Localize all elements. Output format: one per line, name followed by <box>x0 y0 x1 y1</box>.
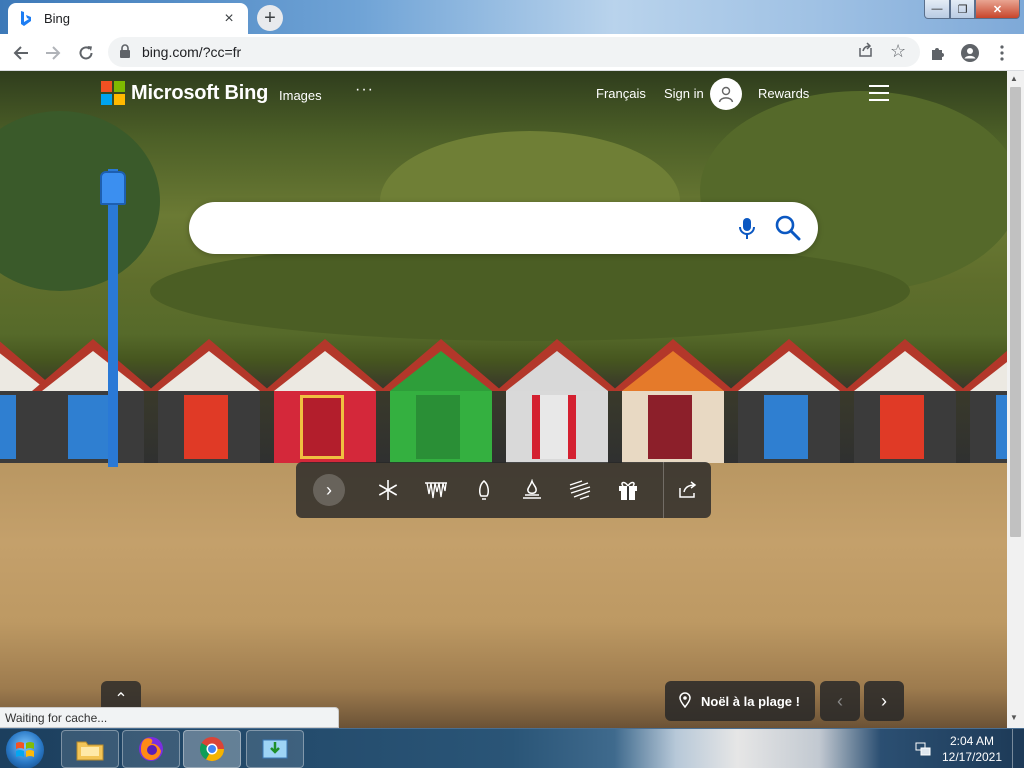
beach-hut <box>32 339 154 463</box>
scrollbar-thumb[interactable] <box>1010 87 1021 537</box>
microsoft-logo-icon <box>101 81 125 105</box>
bing-logo-text: Microsoft Bing <box>131 81 269 104</box>
profile-avatar-icon[interactable] <box>957 40 983 66</box>
nav-images-link[interactable]: Images <box>279 88 322 103</box>
background-tree <box>0 111 160 291</box>
background-hedge <box>150 241 910 341</box>
window-maximize-button[interactable]: ❐ <box>950 0 975 19</box>
snowflake-icon[interactable] <box>374 476 402 504</box>
page-scrollbar[interactable]: ▲ ▼ <box>1007 71 1024 728</box>
image-caption-button[interactable]: Noël à la plage ! <box>665 681 815 721</box>
forward-arrow-icon[interactable] <box>40 40 66 66</box>
next-image-button[interactable]: › <box>864 681 904 721</box>
url-text[interactable]: bing.com/?cc=fr <box>142 44 241 60</box>
browser-titlebar: Bing × + — ❐ ✕ <box>0 0 1024 34</box>
network-tray-icon[interactable] <box>915 741 931 762</box>
extensions-puzzle-icon[interactable] <box>925 40 951 66</box>
bulb-icon[interactable] <box>470 476 498 504</box>
icicles-icon[interactable] <box>422 476 450 504</box>
theme-toolbar: › <box>296 462 711 518</box>
microphone-icon[interactable] <box>738 217 756 246</box>
beach-hut-elf <box>380 339 502 463</box>
firefox-icon <box>139 737 163 761</box>
nav-more-button[interactable]: ··· <box>355 81 374 99</box>
clock-time: 2:04 AM <box>949 734 995 748</box>
tab-close-icon[interactable]: × <box>220 10 238 28</box>
hamburger-menu-icon[interactable] <box>869 85 891 103</box>
tab-title: Bing <box>44 11 71 26</box>
toolbar-divider <box>663 462 664 518</box>
beach-hut <box>844 339 966 463</box>
search-magnifier-icon[interactable] <box>775 215 801 246</box>
window-minimize-button[interactable]: — <box>924 0 950 19</box>
taskbar-chrome[interactable] <box>183 730 241 768</box>
beach-hut <box>728 339 850 463</box>
system-clock[interactable]: 2:04 AM 12/17/2021 <box>940 733 1004 765</box>
nav-language-link[interactable]: Français <box>596 86 646 101</box>
taskbar-app[interactable] <box>246 730 304 768</box>
lock-icon[interactable] <box>120 44 130 63</box>
start-button[interactable] <box>6 731 44 768</box>
bookmark-star-icon[interactable]: ☆ <box>890 41 906 62</box>
bing-logo[interactable]: Microsoft Bing <box>101 81 268 105</box>
bing-favicon-icon <box>18 10 34 27</box>
sign-in-link[interactable]: Sign in <box>664 86 704 101</box>
windows-taskbar: 2:04 AM 12/17/2021 <box>0 728 1024 768</box>
gift-icon[interactable] <box>614 476 642 504</box>
beach-hut <box>960 339 1007 463</box>
windows-logo-icon <box>16 742 34 757</box>
search-box[interactable] <box>189 202 818 254</box>
beach-hut-candy <box>612 339 734 463</box>
image-caption-text: Noël à la plage ! <box>701 693 800 709</box>
share-page-icon[interactable] <box>858 42 874 63</box>
show-desktop-button[interactable] <box>1012 729 1024 768</box>
status-bubble: Waiting for cache... <box>0 707 339 728</box>
taskbar-explorer[interactable] <box>61 730 119 768</box>
scroll-up-arrow-icon[interactable]: ▲ <box>1010 74 1018 83</box>
beach-hut <box>148 339 270 463</box>
rewards-link[interactable]: Rewards <box>758 86 809 101</box>
taskbar-firefox[interactable] <box>122 730 180 768</box>
reload-icon[interactable] <box>73 40 99 66</box>
folder-icon <box>76 741 104 761</box>
beach-hut-santa <box>264 339 386 463</box>
location-pin-icon <box>679 691 691 711</box>
ribbon-icon[interactable] <box>566 476 594 504</box>
clock-date: 12/17/2021 <box>941 750 1003 764</box>
share-icon[interactable] <box>674 476 702 504</box>
browser-menu-kebab-icon[interactable] <box>989 40 1015 66</box>
lamp-head <box>100 171 126 205</box>
address-bar[interactable]: bing.com/?cc=fr ☆ <box>108 37 920 67</box>
previous-image-button[interactable]: ‹ <box>820 681 860 721</box>
download-window-icon <box>262 739 288 759</box>
browser-toolbar: bing.com/?cc=fr ☆ <box>0 34 1024 71</box>
beach-hut-present <box>496 339 618 463</box>
scroll-down-arrow-icon[interactable]: ▼ <box>1010 713 1018 722</box>
bing-homepage: Microsoft Bing Images ··· Français Sign … <box>0 71 1007 728</box>
window-close-button[interactable]: ✕ <box>975 0 1020 19</box>
theme-next-button[interactable]: › <box>313 474 345 506</box>
new-tab-button[interactable]: + <box>257 5 283 31</box>
back-arrow-icon[interactable] <box>8 40 34 66</box>
fire-icon[interactable] <box>518 476 546 504</box>
browser-tab-bing[interactable]: Bing × <box>8 3 248 34</box>
user-avatar-icon[interactable] <box>710 78 742 110</box>
search-input[interactable] <box>213 215 713 241</box>
chrome-icon <box>199 737 224 762</box>
lamp-post <box>108 169 118 467</box>
